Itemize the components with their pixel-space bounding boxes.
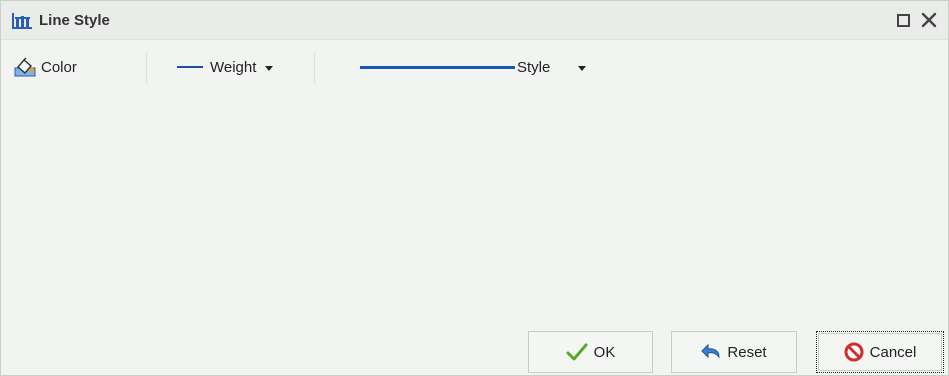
cancel-button[interactable]: Cancel xyxy=(816,331,944,373)
weight-dropdown[interactable]: Weight xyxy=(177,49,274,85)
maximize-icon xyxy=(897,14,910,27)
toolbar-divider xyxy=(146,53,147,83)
cancel-label: Cancel xyxy=(869,343,917,361)
close-button[interactable] xyxy=(920,11,938,29)
color-label: Color xyxy=(41,58,77,76)
style-dropdown[interactable]: Style xyxy=(360,49,587,85)
weight-label: Weight xyxy=(210,58,257,76)
cancel-icon xyxy=(844,342,864,362)
dialog-title: Line Style xyxy=(39,12,110,29)
weight-line-preview xyxy=(177,66,203,68)
reset-button[interactable]: Reset xyxy=(671,331,797,373)
chevron-down-icon xyxy=(578,65,587,71)
maximize-button[interactable] xyxy=(894,11,912,29)
title-bar: Line Style xyxy=(1,1,948,40)
toolbar-divider xyxy=(314,53,315,83)
ok-label: OK xyxy=(593,343,616,361)
ok-button[interactable]: OK xyxy=(528,331,653,373)
chevron-down-icon xyxy=(265,65,274,71)
close-icon xyxy=(921,12,937,28)
chart-app-icon xyxy=(12,13,32,29)
line-style-dialog: Line Style Color Weight Style OK Reset C… xyxy=(0,0,949,376)
reset-label: Reset xyxy=(727,343,767,361)
color-button[interactable]: Color xyxy=(14,49,77,85)
checkmark-icon xyxy=(566,343,588,361)
style-line-preview xyxy=(360,65,515,69)
style-label: Style xyxy=(517,58,551,76)
undo-arrow-icon xyxy=(701,343,720,359)
paint-bucket-icon xyxy=(14,57,36,77)
toolbar: Color Weight Style xyxy=(1,49,948,85)
